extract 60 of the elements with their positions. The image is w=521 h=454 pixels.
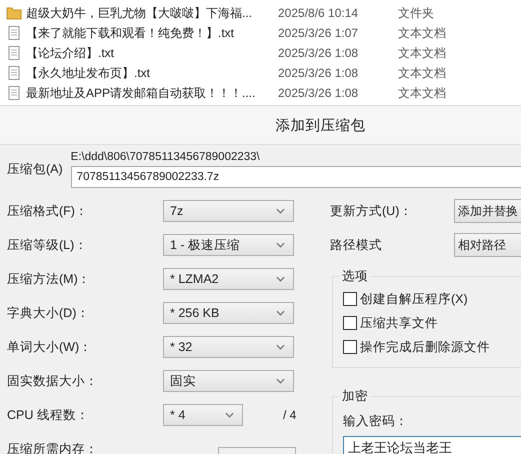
file-date: 2025/3/26 1:08 <box>278 66 360 80</box>
chevron-down-icon <box>225 412 234 418</box>
document-icon <box>6 25 22 41</box>
checkbox-label: 压缩共享文件 <box>360 314 438 332</box>
thread-total: / 4 <box>283 408 296 422</box>
dropdown[interactable]: 1 - 极速压缩 <box>163 234 294 256</box>
path-mode-dropdown[interactable]: 相对路径 <box>454 233 521 257</box>
field-label: 路径模式 <box>330 236 383 254</box>
dropdown[interactable]: * LZMA2 <box>163 268 294 290</box>
file-type: 文本文档 <box>398 84 446 102</box>
chevron-down-icon <box>276 276 285 282</box>
chevron-down-icon <box>276 208 285 214</box>
file-name[interactable]: 最新地址及APP请发邮箱自动获取！！！.... <box>26 84 278 102</box>
field-label: 压缩所需内存： <box>7 440 99 454</box>
field-label: 字典大小(D)： <box>7 304 90 322</box>
dropdown[interactable]: * 32 <box>163 336 294 358</box>
dropdown[interactable]: * 4 <box>163 404 243 426</box>
checkbox[interactable] <box>343 340 357 354</box>
file-type: 文件夹 <box>398 4 434 22</box>
field-label: 固实数据大小： <box>7 372 99 390</box>
chevron-down-icon <box>276 378 285 384</box>
chevron-down-icon <box>276 242 285 248</box>
archive-name-field[interactable]: 70785113456789002233.7z <box>70 166 521 188</box>
dropdown[interactable]: 7z <box>163 200 294 222</box>
document-icon <box>6 45 22 61</box>
folder-icon <box>6 5 22 21</box>
password-label: 输入密码： <box>343 413 409 430</box>
file-name[interactable]: 【永久地址发布页】.txt <box>26 64 278 82</box>
field-label: 单词大小(W)： <box>7 338 94 356</box>
checkbox[interactable] <box>343 292 357 306</box>
field-label: CPU 线程数： <box>7 406 90 424</box>
field-label: 更新方式(U)： <box>330 202 414 220</box>
file-name[interactable]: 超级大奶牛，巨乳尤物【大啵啵】下海福... <box>26 4 278 22</box>
field-label: 压缩等级(L)： <box>7 236 88 254</box>
file-type: 文本文档 <box>398 24 446 42</box>
file-date: 2025/8/6 10:14 <box>278 6 360 20</box>
dropdown[interactable]: * 256 KB <box>163 302 294 324</box>
archive-path: E:\ddd\806\70785113456789002233\ <box>70 151 261 163</box>
checkbox[interactable] <box>343 316 357 330</box>
document-icon <box>6 65 22 81</box>
checkbox-label: 操作完成后删除源文件 <box>360 338 490 356</box>
file-date: 2025/3/26 1:07 <box>278 26 360 40</box>
file-type: 文本文档 <box>398 44 446 62</box>
dialog-title: 添加到压缩包 <box>276 116 366 134</box>
field-label: 压缩方法(M)： <box>7 270 92 288</box>
dropdown[interactable]: 固实 <box>163 370 294 392</box>
group-title: 选项 <box>339 268 371 285</box>
file-date: 2025/3/26 1:08 <box>278 46 360 60</box>
password-field[interactable]: 上老王论坛当老王 <box>343 436 521 454</box>
field-label: 压缩格式(F)： <box>7 202 89 220</box>
checkbox-label: 创建自解压程序(X) <box>360 290 468 308</box>
chevron-down-icon <box>276 310 285 316</box>
file-type: 文本文档 <box>398 64 446 82</box>
file-date: 2025/3/26 1:08 <box>278 86 360 100</box>
chevron-down-icon <box>276 344 285 350</box>
archive-label: 压缩包(A) <box>7 161 63 178</box>
file-name[interactable]: 【论坛介绍】.txt <box>26 44 278 62</box>
update-mode-dropdown[interactable]: 添加并替换 <box>454 199 521 223</box>
document-icon <box>6 85 22 101</box>
file-name[interactable]: 【来了就能下载和观看！纯免费！】.txt <box>26 24 278 42</box>
